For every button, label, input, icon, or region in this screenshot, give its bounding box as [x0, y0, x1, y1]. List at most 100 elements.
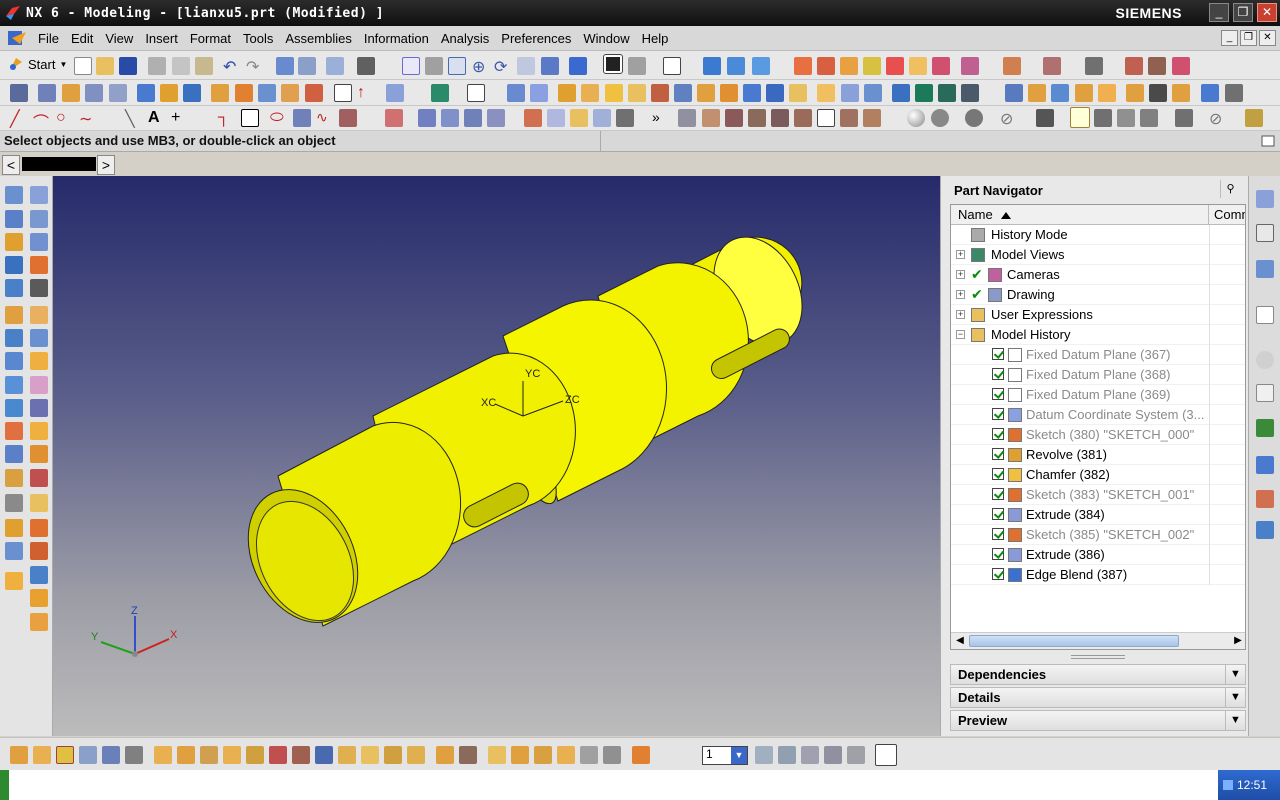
shaft-body[interactable] — [227, 222, 820, 641]
left-tool-18-icon[interactable] — [30, 376, 48, 394]
bottom-tool-26-icon[interactable] — [603, 746, 621, 764]
ellipse-icon[interactable]: ⬭ — [270, 109, 288, 127]
start-button[interactable]: Start ▼ — [8, 54, 67, 74]
tree-row[interactable]: − Model History — [951, 325, 1245, 345]
feature-checkbox[interactable] — [992, 428, 1004, 440]
left-tool-16-icon[interactable] — [30, 352, 48, 370]
sketch-mode-icon[interactable] — [875, 744, 897, 766]
pocket-icon[interactable] — [305, 84, 323, 102]
left-tool-4-icon[interactable] — [30, 210, 48, 228]
helix-icon[interactable]: ∿ — [316, 109, 334, 127]
datum-plane-tool-icon[interactable] — [334, 84, 352, 102]
pan-icon[interactable] — [517, 57, 535, 75]
reuse-library-tab-icon[interactable] — [1256, 260, 1274, 278]
expand-icon[interactable]: + — [956, 270, 965, 279]
process-studio-tab-icon[interactable] — [1256, 419, 1274, 437]
tree-row[interactable]: + ✔ Cameras — [951, 265, 1245, 285]
cylinder-icon[interactable] — [160, 84, 178, 102]
tree-horizontal-scrollbar[interactable]: ◀ ▶ — [951, 632, 1245, 649]
bottom-tool-7-icon[interactable] — [154, 746, 172, 764]
tree-row[interactable]: Sketch (380) "SKETCH_000" — [951, 425, 1245, 445]
fit-view-icon[interactable] — [402, 57, 420, 75]
left-tool-1-icon[interactable] — [5, 186, 23, 204]
mdi-restore-button[interactable]: ❐ — [1240, 30, 1257, 46]
left-tool-11-icon[interactable] — [5, 306, 23, 324]
left-tool-26-icon[interactable] — [30, 469, 48, 487]
expand-icon[interactable]: + — [956, 250, 965, 259]
selection-icon[interactable] — [298, 57, 316, 75]
draft-icon[interactable] — [628, 84, 646, 102]
fillet-curve-icon[interactable]: ┐ — [218, 109, 236, 127]
tree-row[interactable]: Extrude (384) — [951, 505, 1245, 525]
analysis-tool-2-icon[interactable] — [702, 109, 720, 127]
surface-tool-2-icon[interactable] — [841, 84, 859, 102]
thread-icon[interactable] — [697, 84, 715, 102]
expand-icon[interactable]: + — [956, 310, 965, 319]
curve-tool-4-icon[interactable] — [418, 109, 436, 127]
feature-tool-1-icon[interactable] — [10, 84, 28, 102]
line-icon[interactable]: ╱ — [10, 109, 28, 128]
bottom-tool-10-icon[interactable] — [223, 746, 241, 764]
left-tool-9-icon[interactable] — [5, 279, 23, 297]
restore-button[interactable]: ❐ — [1233, 3, 1253, 22]
pattern-icon[interactable] — [651, 84, 669, 102]
tree-row[interactable]: + Model Views — [951, 245, 1245, 265]
sync-tool-5-icon[interactable] — [1098, 84, 1116, 102]
curve-tool-icon[interactable] — [293, 109, 311, 127]
feature-checkbox[interactable] — [992, 548, 1004, 560]
taskbar-start-button[interactable] — [0, 770, 9, 800]
tray-icon[interactable] — [1222, 779, 1234, 791]
feature-checkbox[interactable] — [992, 448, 1004, 460]
menu-insert[interactable]: Insert — [139, 31, 184, 46]
feature-checkbox[interactable] — [992, 568, 1004, 580]
zoom-window-icon[interactable] — [425, 57, 443, 75]
sync-tool-2-icon[interactable] — [1028, 84, 1046, 102]
save-icon[interactable] — [119, 57, 137, 75]
sync-tool-icon[interactable] — [1005, 84, 1023, 102]
menu-edit[interactable]: Edit — [65, 31, 99, 46]
menu-view[interactable]: View — [99, 31, 139, 46]
curve-tool-2-icon[interactable] — [339, 109, 357, 127]
work-layer-select[interactable]: 1 ▼ — [702, 746, 748, 765]
left-tool-7-icon[interactable] — [5, 256, 23, 274]
feature-tool-2-icon[interactable] — [38, 84, 56, 102]
system-scene-tab-icon[interactable] — [1256, 521, 1274, 539]
system-materials-tab-icon[interactable] — [1256, 384, 1274, 402]
feature-tool-4-icon[interactable] — [85, 84, 103, 102]
bottom-tool-25-icon[interactable] — [580, 746, 598, 764]
left-tool-19-icon[interactable] — [5, 399, 23, 417]
bottom-tool-16-icon[interactable] — [361, 746, 379, 764]
left-tool-13-icon[interactable] — [5, 329, 23, 347]
left-tool-6-icon[interactable] — [30, 233, 48, 251]
extrude-tool-icon[interactable] — [211, 84, 229, 102]
touch-mode-icon[interactable] — [326, 57, 344, 75]
select-tool-icon[interactable] — [1070, 107, 1090, 128]
left-tool-27-icon[interactable] — [5, 494, 23, 512]
bottom-tool-17-icon[interactable] — [384, 746, 402, 764]
mirror-icon[interactable] — [674, 84, 692, 102]
visual-tool-3-icon[interactable] — [1148, 57, 1166, 75]
sync-tool-6-icon[interactable] — [1126, 84, 1144, 102]
feature-tool-5-icon[interactable] — [109, 84, 127, 102]
open-file-icon[interactable] — [96, 57, 114, 75]
feature-checkbox[interactable] — [992, 508, 1004, 520]
curve-tool-12-icon[interactable] — [616, 109, 634, 127]
layer-tool-4-icon[interactable] — [824, 746, 842, 764]
snap-tool-3-icon[interactable] — [965, 109, 983, 127]
orient-view-icon[interactable] — [541, 57, 559, 75]
sync-tool-7-icon[interactable] — [1149, 84, 1167, 102]
scale-body-icon[interactable] — [743, 84, 761, 102]
analysis-tool-5-icon[interactable] — [771, 109, 789, 127]
left-tool-20-icon[interactable] — [30, 399, 48, 417]
chevron-down-icon[interactable]: ▼ — [1225, 665, 1245, 684]
chevron-down-icon[interactable]: ▼ — [731, 747, 747, 764]
rectangle-icon[interactable] — [241, 109, 259, 127]
cut-icon[interactable] — [148, 57, 166, 75]
paste-icon[interactable] — [195, 57, 213, 75]
bottom-tool-12-icon[interactable] — [269, 746, 287, 764]
redo-icon[interactable]: ↷ — [246, 57, 264, 76]
background-icon[interactable] — [663, 57, 681, 75]
datum-axis-icon[interactable]: ↑ — [357, 84, 375, 102]
snap-tool-9-icon[interactable] — [1175, 109, 1193, 127]
bottom-tool-27-icon[interactable] — [632, 746, 650, 764]
